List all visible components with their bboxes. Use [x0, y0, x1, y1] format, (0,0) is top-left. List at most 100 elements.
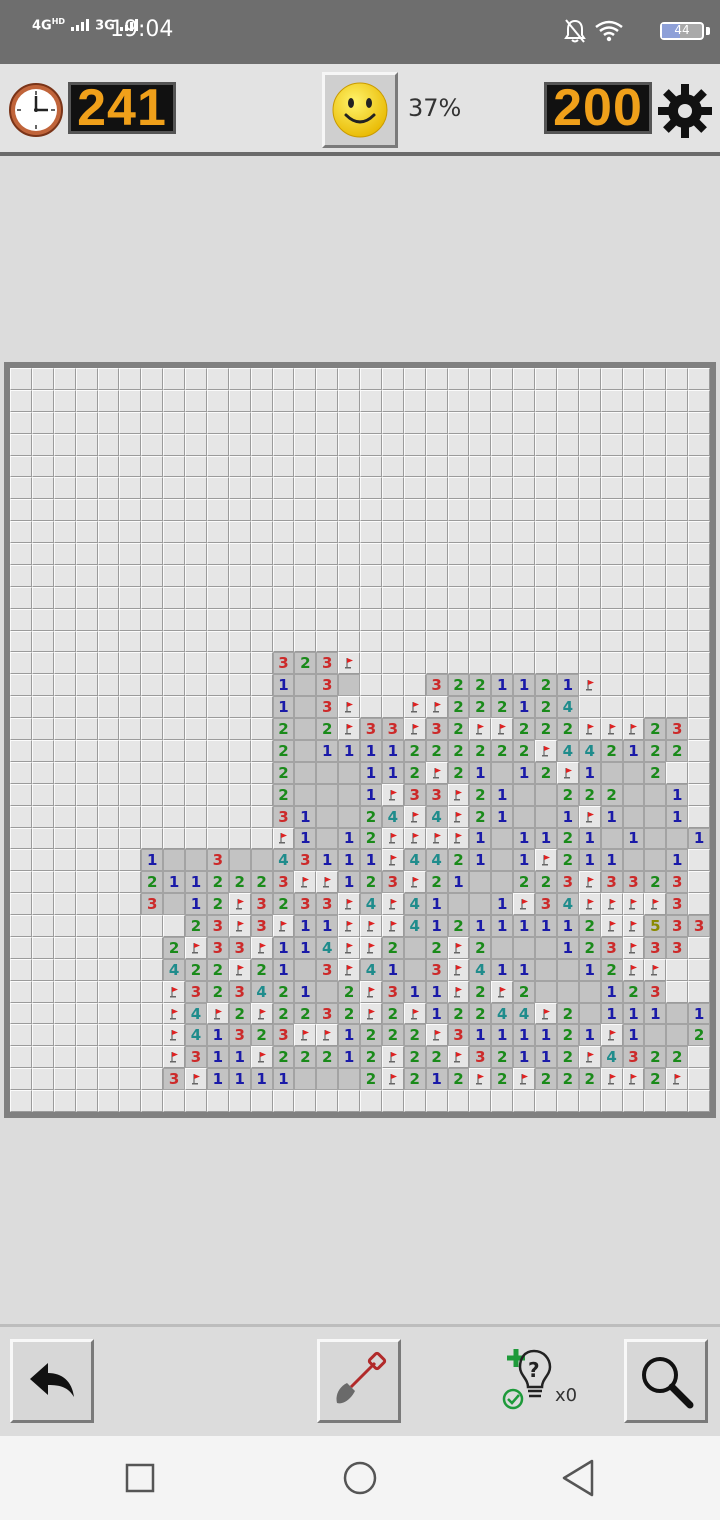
cell-number[interactable]: 1	[228, 1046, 251, 1069]
cell-unrevealed[interactable]	[228, 1090, 251, 1112]
cell-unrevealed[interactable]	[31, 1024, 54, 1047]
cell-revealed-empty[interactable]	[294, 783, 317, 806]
cell-unrevealed[interactable]	[206, 718, 229, 740]
cell-unrevealed[interactable]	[491, 455, 514, 478]
cell-unrevealed[interactable]	[381, 652, 404, 675]
cell-unrevealed[interactable]	[75, 958, 98, 981]
cell-unrevealed[interactable]	[228, 827, 251, 850]
cell-unrevealed[interactable]	[10, 608, 32, 631]
cell-unrevealed[interactable]	[688, 652, 710, 675]
cell-unrevealed[interactable]	[141, 980, 164, 1003]
cell-unrevealed[interactable]	[688, 805, 710, 828]
cell-number[interactable]: 1	[491, 674, 514, 697]
cell-unrevealed[interactable]	[491, 499, 514, 522]
cell-number[interactable]: 1	[338, 827, 360, 850]
cell-revealed-empty[interactable]	[578, 980, 601, 1003]
cell-number[interactable]: 2	[469, 696, 492, 719]
cell-unrevealed[interactable]	[381, 630, 404, 653]
cell-unrevealed[interactable]	[688, 1068, 710, 1091]
cell-revealed-empty[interactable]	[535, 936, 557, 959]
cell-number[interactable]: 3	[272, 652, 295, 675]
cell-unrevealed[interactable]	[360, 674, 382, 697]
cell-number[interactable]: 2	[578, 915, 601, 937]
cell-unrevealed[interactable]	[163, 652, 185, 675]
undo-button[interactable]	[10, 1339, 94, 1423]
cell-unrevealed[interactable]	[119, 871, 142, 894]
cell-unrevealed[interactable]	[381, 586, 404, 609]
cell-unrevealed[interactable]	[119, 827, 142, 850]
cell-unrevealed[interactable]	[10, 915, 32, 937]
cell-unrevealed[interactable]	[53, 1090, 76, 1112]
cell-unrevealed[interactable]	[141, 674, 164, 697]
cell-unrevealed[interactable]	[622, 455, 645, 478]
cell-number[interactable]: 3	[141, 893, 164, 916]
cell-unrevealed[interactable]	[469, 564, 492, 587]
cell-flagged[interactable]	[622, 936, 645, 959]
cell-unrevealed[interactable]	[491, 389, 514, 412]
cell-unrevealed[interactable]	[338, 608, 360, 631]
cell-number[interactable]: 2	[535, 871, 557, 894]
cell-unrevealed[interactable]	[644, 696, 667, 719]
cell-unrevealed[interactable]	[53, 936, 76, 959]
cell-number[interactable]: 1	[294, 980, 317, 1003]
cell-number[interactable]: 1	[513, 958, 535, 981]
cell-unrevealed[interactable]	[119, 980, 142, 1003]
cell-unrevealed[interactable]	[10, 980, 32, 1003]
cell-flagged[interactable]	[578, 1046, 601, 1069]
cell-unrevealed[interactable]	[272, 564, 295, 587]
cell-number[interactable]: 2	[272, 739, 295, 762]
cell-number[interactable]: 1	[381, 958, 404, 981]
cell-number[interactable]: 2	[666, 739, 689, 762]
cell-number[interactable]: 1	[622, 827, 645, 850]
cell-flagged[interactable]	[338, 718, 360, 740]
cell-unrevealed[interactable]	[272, 586, 295, 609]
cell-unrevealed[interactable]	[31, 630, 54, 653]
cell-unrevealed[interactable]	[53, 915, 76, 937]
cell-unrevealed[interactable]	[381, 608, 404, 631]
cell-unrevealed[interactable]	[228, 783, 251, 806]
cell-unrevealed[interactable]	[53, 761, 76, 784]
cell-unrevealed[interactable]	[600, 477, 623, 500]
cell-unrevealed[interactable]	[31, 477, 54, 500]
cell-unrevealed[interactable]	[97, 499, 120, 522]
cell-number[interactable]: 2	[272, 1002, 295, 1025]
cell-flagged[interactable]	[360, 1002, 382, 1025]
cell-unrevealed[interactable]	[644, 389, 667, 412]
cell-flagged[interactable]	[578, 805, 601, 828]
cell-unrevealed[interactable]	[53, 718, 76, 740]
cell-unrevealed[interactable]	[31, 783, 54, 806]
cell-unrevealed[interactable]	[97, 739, 120, 762]
cell-unrevealed[interactable]	[119, 696, 142, 719]
cell-number[interactable]: 3	[250, 915, 273, 937]
cell-unrevealed[interactable]	[447, 433, 470, 456]
cell-flagged[interactable]	[316, 871, 339, 894]
cell-number[interactable]: 3	[600, 871, 623, 894]
cell-unrevealed[interactable]	[141, 630, 164, 653]
cell-unrevealed[interactable]	[469, 608, 492, 631]
cell-unrevealed[interactable]	[53, 608, 76, 631]
cell-revealed-empty[interactable]	[491, 827, 514, 850]
cell-number[interactable]: 2	[535, 1068, 557, 1091]
cell-number[interactable]: 3	[360, 718, 382, 740]
cell-number[interactable]: 2	[316, 1046, 339, 1069]
cell-unrevealed[interactable]	[666, 411, 689, 434]
cell-unrevealed[interactable]	[447, 368, 470, 390]
cell-unrevealed[interactable]	[31, 1046, 54, 1069]
cell-flagged[interactable]	[491, 718, 514, 740]
cell-unrevealed[interactable]	[535, 543, 557, 565]
cell-number[interactable]: 1	[600, 849, 623, 872]
cell-unrevealed[interactable]	[163, 368, 185, 390]
cell-revealed-empty[interactable]	[294, 696, 317, 719]
cell-unrevealed[interactable]	[97, 696, 120, 719]
cell-unrevealed[interactable]	[53, 805, 76, 828]
cell-unrevealed[interactable]	[31, 761, 54, 784]
cell-flagged[interactable]	[447, 1046, 470, 1069]
cell-revealed-empty[interactable]	[644, 849, 667, 872]
cell-number[interactable]: 1	[228, 1068, 251, 1091]
cell-flagged[interactable]	[447, 783, 470, 806]
cell-unrevealed[interactable]	[53, 871, 76, 894]
cell-flagged[interactable]	[381, 1046, 404, 1069]
cell-flagged[interactable]	[469, 1068, 492, 1091]
cell-number[interactable]: 3	[316, 1002, 339, 1025]
cell-unrevealed[interactable]	[622, 696, 645, 719]
